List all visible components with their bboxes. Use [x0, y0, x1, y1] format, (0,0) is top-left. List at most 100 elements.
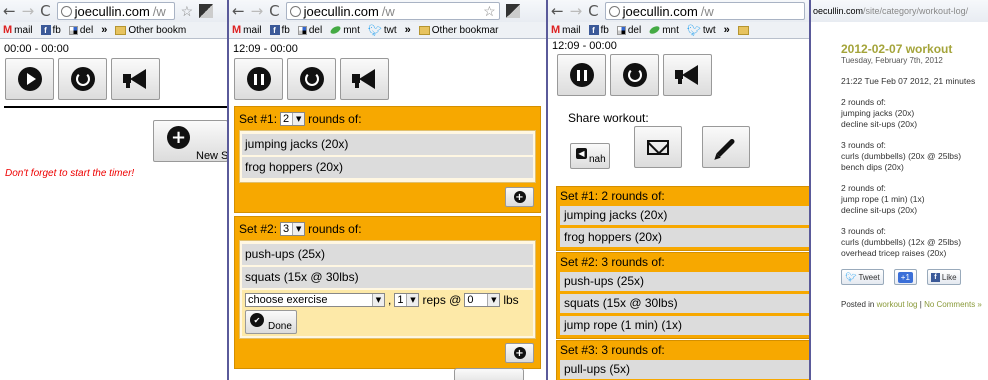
comma: ,: [388, 293, 392, 307]
reload-icon[interactable]: C: [269, 2, 279, 20]
summary-set-header: Set #2: 3 rounds of:: [560, 255, 665, 269]
play-button[interactable]: [5, 58, 54, 100]
address-bar[interactable]: joecullin.com/w: [604, 2, 805, 20]
exercise-item[interactable]: frog hoppers (20x): [242, 157, 533, 178]
other-bookmarks[interactable]: [737, 25, 749, 35]
pause-button[interactable]: [234, 58, 283, 100]
reset-button[interactable]: [287, 58, 336, 100]
timer-controls: [548, 51, 810, 96]
back-arrow-icon[interactable]: ←: [551, 2, 564, 20]
reload-icon[interactable]: C: [588, 2, 598, 20]
bookmark-del[interactable]: del: [297, 25, 322, 36]
done-button[interactable]: ✔ Done: [245, 310, 297, 334]
announce-button[interactable]: [340, 58, 389, 100]
tweet-button[interactable]: 🐦︎ Tweet: [841, 269, 884, 285]
dropdown-arrow-icon: ▼: [406, 294, 419, 306]
rounds-select[interactable]: 3 ▼: [280, 222, 306, 236]
other-bookmarks[interactable]: Other bookmar: [418, 25, 498, 36]
share-heading: Share workout:: [568, 111, 649, 125]
page-menu-icon[interactable]: [199, 4, 214, 18]
bookmarks-overflow-chevron[interactable]: »: [724, 24, 730, 36]
timer-display: 12:09 - 00:00: [233, 43, 298, 55]
social-buttons: 🐦︎ Tweet +1 f Like: [841, 269, 988, 285]
like-button[interactable]: f Like: [926, 269, 961, 285]
megaphone-icon: [122, 69, 149, 89]
bookmark-fb[interactable]: f fb: [269, 25, 290, 36]
back-arrow-icon[interactable]: ←: [3, 2, 16, 20]
like-label: Like: [941, 272, 957, 282]
url-host: oecullin.com: [813, 6, 864, 16]
reps-select[interactable]: 1 ▼: [394, 293, 420, 307]
url-path: /w: [381, 3, 395, 19]
new-set-button[interactable]: [454, 368, 524, 380]
exercise-item[interactable]: jumping jacks (20x): [242, 134, 533, 155]
workout-summary: Set #1: 2 rounds of: jumping jacks (20x)…: [556, 186, 810, 380]
category-link[interactable]: workout log: [877, 300, 918, 309]
back-arrow-icon[interactable]: ←: [232, 2, 245, 20]
reset-button[interactable]: [58, 58, 107, 100]
exercise-item[interactable]: squats (15x @ 30lbs): [242, 267, 533, 288]
rounds-select[interactable]: 2 ▼: [280, 112, 306, 126]
url-path: /site/category/workout-log/: [863, 6, 969, 16]
star-icon[interactable]: ☆: [181, 3, 194, 20]
email-share-button[interactable]: [634, 126, 682, 168]
back-arrow-icon: ◀: [576, 148, 587, 159]
set-card: Set #2: 3 ▼ rounds of: push-ups (25x) squ…: [234, 216, 541, 369]
address-bar[interactable]: joecullin.com/w ☆: [285, 2, 500, 20]
new-set-button[interactable]: + New S: [153, 120, 228, 162]
post-title[interactable]: 2012-02-07 workout: [841, 43, 988, 55]
star-icon[interactable]: ☆: [483, 3, 496, 20]
weight-select[interactable]: 0 ▼: [464, 293, 501, 307]
twitter-icon: 🐦︎: [367, 24, 382, 37]
forward-arrow-icon[interactable]: →: [570, 2, 583, 20]
bookmark-twt[interactable]: 🐦︎ twt: [368, 24, 397, 37]
announce-button[interactable]: [663, 54, 712, 96]
bookmark-del[interactable]: del: [616, 25, 641, 36]
twitter-icon: 🐦︎: [686, 24, 701, 37]
bookmark-del[interactable]: del: [68, 25, 93, 36]
exercise-list: push-ups (25x) squats (15x @ 30lbs) choo…: [239, 240, 536, 339]
other-bookmarks[interactable]: Other bookm: [115, 25, 186, 36]
bookmark-mail[interactable]: Mmail: [551, 24, 581, 36]
reload-icon[interactable]: C: [40, 2, 50, 20]
address-bar[interactable]: joecullin.com/w: [56, 2, 175, 20]
bookmark-mail[interactable]: Mmail: [232, 24, 262, 36]
rounds-value: 3: [283, 223, 290, 235]
nah-button[interactable]: ◀ nah: [570, 143, 610, 169]
bookmarks-overflow-chevron[interactable]: »: [405, 24, 411, 36]
bookmarks-overflow-chevron[interactable]: »: [101, 24, 107, 36]
plus-icon: +: [513, 347, 526, 359]
megaphone-icon: [351, 69, 378, 89]
bookmark-mnt[interactable]: mnt: [648, 25, 679, 36]
summary-set: Set #2: 3 rounds of: push-ups (25x) squa…: [556, 252, 810, 339]
exercise-select[interactable]: choose exercise ▼: [245, 293, 385, 307]
browser-toolbar: ← → C joecullin.com/w ☆: [229, 0, 547, 22]
facebook-icon: f: [588, 25, 599, 35]
bookmark-fb[interactable]: f fb: [588, 25, 609, 36]
set-header: Set #2: 3 ▼ rounds of:: [239, 221, 536, 237]
bookmark-mail[interactable]: Mmail: [3, 24, 33, 36]
gplus-button[interactable]: +1: [893, 269, 917, 285]
bookmark-label: twt: [702, 24, 716, 36]
add-exercise-button[interactable]: +: [505, 187, 534, 207]
address-bar[interactable]: oecullin.com/site/category/workout-log/: [811, 0, 988, 22]
forward-arrow-icon[interactable]: →: [251, 2, 264, 20]
bookmark-mnt[interactable]: mnt: [329, 25, 360, 36]
bookmark-fb[interactable]: f fb: [40, 25, 61, 36]
timer-controls: [0, 55, 228, 100]
share-options: ◀ nah: [548, 126, 810, 186]
forward-arrow-icon[interactable]: →: [22, 2, 35, 20]
reset-button[interactable]: [610, 54, 659, 96]
add-exercise-button[interactable]: +: [505, 343, 534, 363]
block-line: overhead tricep raises (20x): [841, 248, 947, 258]
announce-button[interactable]: [111, 58, 160, 100]
exercise-list: jumping jacks (20x) frog hoppers (20x): [239, 130, 536, 183]
comments-link[interactable]: No Comments »: [924, 300, 982, 309]
page-menu-icon[interactable]: [505, 4, 520, 18]
pause-button[interactable]: [557, 54, 606, 96]
summary-exercise: frog hoppers (20x): [560, 228, 810, 247]
bookmark-twt[interactable]: 🐦︎ twt: [687, 24, 716, 37]
exercise-item[interactable]: push-ups (25x): [242, 244, 533, 265]
post-block: 3 rounds of: curls (dumbbells) (12x @ 25l…: [841, 226, 988, 259]
blog-share-button[interactable]: [702, 126, 750, 168]
